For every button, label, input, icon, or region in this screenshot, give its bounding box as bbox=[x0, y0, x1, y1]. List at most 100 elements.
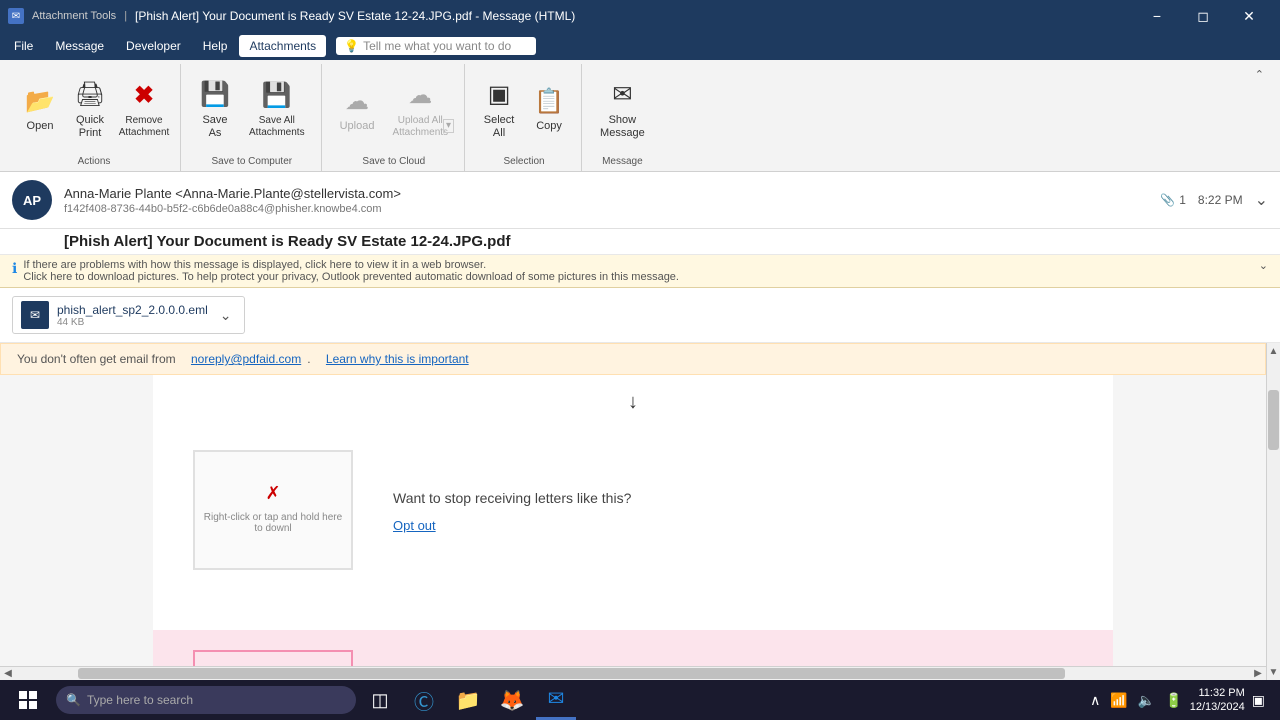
upload-all-button[interactable]: ☁ Upload AllAttachments ▾ bbox=[384, 75, 456, 147]
v-scroll-thumb[interactable] bbox=[1268, 390, 1279, 450]
save-as-button[interactable]: 💾 SaveAs bbox=[191, 75, 239, 147]
upload-button[interactable]: ☁ Upload bbox=[332, 75, 383, 147]
to-field: f142f408-8736-44b0-b5f2-c6b6de0a88c4@phi… bbox=[64, 203, 1148, 215]
lightbulb-icon: 💡 bbox=[344, 39, 359, 53]
firefox-button[interactable]: 🦊 bbox=[492, 680, 532, 720]
firefox-icon: 🦊 bbox=[500, 688, 525, 713]
copy-label: Copy bbox=[536, 120, 562, 133]
search-placeholder: Type here to search bbox=[87, 693, 193, 707]
window-controls: − ◻ ✕ bbox=[1134, 0, 1272, 32]
upload-all-dropdown-arrow[interactable]: ▾ bbox=[443, 119, 454, 133]
attachment-indicator: 📎 1 bbox=[1160, 193, 1186, 207]
info-expand[interactable]: ⌄ bbox=[1259, 259, 1268, 272]
minimize-button[interactable]: − bbox=[1134, 0, 1180, 32]
attachment-chip[interactable]: ✉ phish_alert_sp2_2.0.0.0.eml 44 KB ⌄ bbox=[12, 296, 245, 334]
save-all-attachments-button[interactable]: 💾 Save AllAttachments bbox=[241, 75, 313, 147]
restore-button[interactable]: ◻ bbox=[1180, 0, 1226, 32]
down-arrow-indicator: ↓ bbox=[153, 375, 1113, 430]
warning-learn-link[interactable]: Learn why this is important bbox=[326, 352, 469, 366]
save-computer-group-label: Save to Computer bbox=[191, 153, 313, 171]
content-section-top: ✗ Right-click or tap and hold here to do… bbox=[153, 430, 1113, 630]
title-bar: ✉ Attachment Tools | [Phish Alert] Your … bbox=[0, 0, 1280, 32]
edge-button[interactable]: Ⓒ bbox=[404, 680, 444, 720]
main-area: AP Anna-Marie Plante <Anna-Marie.Plante@… bbox=[0, 172, 1280, 680]
image-placeholder-pink[interactable]: ✗ Right-click or tap and hold here to bbox=[193, 650, 353, 666]
remove-icon: ✖ bbox=[134, 82, 154, 111]
system-tray: ∧ 📶 🔈 🔋 11:32 PM 12/13/2024 ▣ bbox=[1079, 686, 1276, 715]
ribbon-collapse-button[interactable]: ⌃ bbox=[1251, 66, 1268, 169]
notification-icon[interactable]: ▣ bbox=[1249, 692, 1268, 709]
content-text-top: Want to stop receiving letters like this… bbox=[393, 450, 1073, 533]
menu-file[interactable]: File bbox=[4, 35, 43, 57]
scroll-left-button[interactable]: ◀ bbox=[0, 667, 16, 681]
menu-attachments[interactable]: Attachments bbox=[239, 35, 326, 57]
ribbon-content: 📂 Open 🖨 QuickPrint ✖ RemoveAttachment A… bbox=[0, 60, 1280, 171]
show-message-label: ShowMessage bbox=[600, 114, 645, 140]
ribbon: 📂 Open 🖨 QuickPrint ✖ RemoveAttachment A… bbox=[0, 60, 1280, 172]
ribbon-collapse-area: ⌃ bbox=[1247, 64, 1272, 171]
vertical-scrollbar: ▲ ▼ bbox=[1266, 343, 1280, 680]
info-bar: ℹ If there are problems with how this me… bbox=[0, 255, 1280, 288]
tell-me-search[interactable]: 💡 Tell me what you want to do bbox=[336, 37, 536, 55]
scroll-down-button[interactable]: ▼ bbox=[1267, 664, 1280, 680]
volume-icon[interactable]: 🔈 bbox=[1135, 692, 1158, 709]
start-button[interactable] bbox=[4, 680, 52, 720]
outlook-button[interactable]: ✉ bbox=[536, 680, 576, 720]
remove-attachment-button[interactable]: ✖ RemoveAttachment bbox=[116, 75, 172, 147]
battery-icon[interactable]: 🔋 bbox=[1162, 692, 1185, 709]
app-icon: ✉ bbox=[8, 8, 24, 24]
paperclip-icon: 📎 bbox=[1160, 193, 1175, 207]
download-text: Don't forget to download your file bbox=[393, 650, 1073, 666]
ribbon-group-save-to-cloud: ☁ Upload ☁ Upload AllAttachments ▾ Save … bbox=[324, 64, 465, 171]
email-subject: [Phish Alert] Your Document is Ready SV … bbox=[0, 229, 1280, 255]
email-body-container: You don't often get email from noreply@p… bbox=[0, 343, 1266, 680]
opt-out-link[interactable]: Opt out bbox=[393, 518, 1073, 533]
attachment-row: ✉ phish_alert_sp2_2.0.0.0.eml 44 KB ⌄ bbox=[0, 288, 1280, 343]
sender-field: Anna-Marie Plante <Anna-Marie.Plante@ste… bbox=[64, 186, 1148, 201]
ribbon-message-buttons: ✉ ShowMessage bbox=[592, 64, 653, 153]
search-icon: 🔍 bbox=[66, 693, 81, 707]
menu-developer[interactable]: Developer bbox=[116, 35, 191, 57]
h-scroll-thumb[interactable] bbox=[78, 668, 1065, 679]
files-button[interactable]: 📁 bbox=[448, 680, 488, 720]
menu-message[interactable]: Message bbox=[45, 35, 114, 57]
close-button[interactable]: ✕ bbox=[1226, 0, 1272, 32]
tray-up-arrow[interactable]: ∧ bbox=[1087, 692, 1103, 709]
upload-all-label: Upload AllAttachments bbox=[392, 115, 448, 139]
taskbar-search-bar[interactable]: 🔍 Type here to search bbox=[56, 686, 356, 714]
attachment-dropdown-button[interactable]: ⌄ bbox=[216, 305, 236, 326]
menu-help[interactable]: Help bbox=[193, 35, 238, 57]
warning-bar: You don't often get email from noreply@p… bbox=[0, 343, 1266, 375]
info-text: If there are problems with how this mess… bbox=[23, 259, 679, 283]
attachment-info: phish_alert_sp2_2.0.0.0.eml 44 KB bbox=[57, 303, 208, 328]
warning-email-link[interactable]: noreply@pdfaid.com bbox=[191, 352, 301, 366]
image-placeholder-top[interactable]: ✗ Right-click or tap and hold here to do… bbox=[193, 450, 353, 570]
window-title: [Phish Alert] Your Document is Ready SV … bbox=[135, 9, 575, 23]
attachment-size: 44 KB bbox=[57, 317, 208, 328]
email-meta: Anna-Marie Plante <Anna-Marie.Plante@ste… bbox=[64, 186, 1148, 215]
task-view-button[interactable]: ◫ bbox=[360, 680, 400, 720]
scroll-up-button[interactable]: ▲ bbox=[1267, 343, 1280, 359]
expand-email-button[interactable]: ⌄ bbox=[1255, 190, 1268, 210]
quick-print-button[interactable]: 🖨 QuickPrint bbox=[66, 75, 114, 147]
warning-separator: . bbox=[307, 352, 310, 366]
scroll-right-button[interactable]: ▶ bbox=[1250, 667, 1266, 681]
broken-image-icon-top: ✗ bbox=[265, 483, 280, 504]
show-message-button[interactable]: ✉ ShowMessage bbox=[592, 75, 653, 147]
attachment-filename: phish_alert_sp2_2.0.0.0.eml bbox=[57, 303, 208, 317]
ribbon-cloud-buttons: ☁ Upload ☁ Upload AllAttachments ▾ bbox=[332, 64, 456, 153]
ribbon-group-save-to-computer: 💾 SaveAs 💾 Save AllAttachments Save to C… bbox=[183, 64, 322, 171]
email-body-inner: ↓ ✗ Right-click or tap and hold here to … bbox=[153, 375, 1113, 666]
pink-section: ✗ Right-click or tap and hold here to Do… bbox=[153, 630, 1113, 666]
info-line2: Click here to download pictures. To help… bbox=[23, 271, 679, 283]
open-button[interactable]: 📂 Open bbox=[16, 75, 64, 147]
copy-button[interactable]: 📋 Copy bbox=[525, 75, 573, 147]
select-all-icon: ▣ bbox=[488, 81, 511, 110]
printer-icon: 🖨 bbox=[75, 81, 105, 110]
save-as-label: SaveAs bbox=[202, 114, 227, 140]
message-group-label: Message bbox=[592, 153, 653, 171]
network-icon[interactable]: 📶 bbox=[1107, 692, 1130, 709]
scroll-area: You don't often get email from noreply@p… bbox=[0, 343, 1280, 680]
select-all-button[interactable]: ▣ SelectAll bbox=[475, 75, 523, 147]
h-scroll-track bbox=[16, 667, 1250, 680]
